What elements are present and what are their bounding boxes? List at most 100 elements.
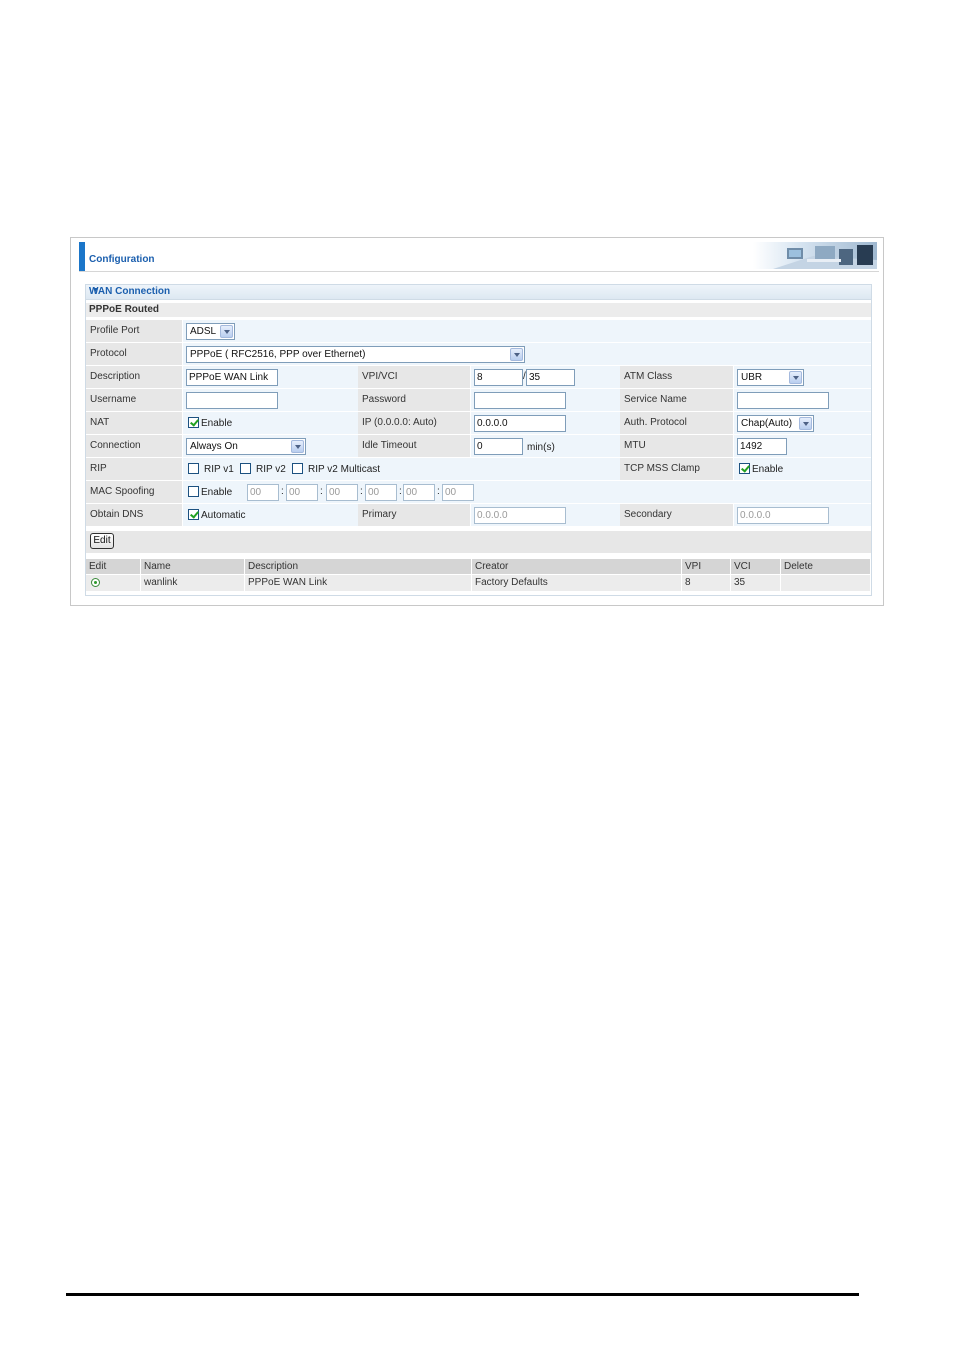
row-delete-cell[interactable]: [781, 575, 871, 591]
obtain-dns-label: Obtain DNS: [90, 509, 144, 520]
row-creator: Factory Defaults: [475, 577, 548, 588]
wan-connection-title: WAN Connection: [89, 286, 171, 297]
atm-class-select[interactable]: UBR: [737, 369, 804, 386]
rip-v2-multicast-label: RIP v2 Multicast: [308, 464, 381, 475]
rip-v2-checkbox[interactable]: [240, 463, 251, 474]
idle-timeout-input[interactable]: 0: [474, 438, 523, 455]
password-input[interactable]: [474, 392, 566, 409]
mac-octet-input[interactable]: 00: [365, 484, 397, 501]
tcp-mss-clamp-checkbox[interactable]: [739, 463, 750, 474]
wan-connection-panel: ▼ WAN Connection PPPoE Routed Profile Por…: [85, 284, 872, 596]
row-nat: NAT Enable IP (0.0.0.0: Auto) 0.0.0.0 Au…: [86, 412, 871, 434]
obtain-dns-automatic-label: Automatic: [201, 510, 246, 521]
chevron-down-icon: [799, 417, 812, 430]
rip-label: RIP: [90, 463, 107, 474]
mac-separator: :: [281, 486, 284, 497]
row-obtain-dns: Obtain DNS Automatic Primary 0.0.0.0 Sec…: [86, 504, 871, 526]
column-header: Edit: [89, 561, 107, 572]
column-header: Description: [248, 561, 299, 572]
mtu-label: MTU: [624, 440, 646, 451]
primary-dns-label: Primary: [362, 509, 397, 520]
nat-enable-label: Enable: [201, 418, 233, 429]
auth-protocol-label: Auth. Protocol: [624, 417, 687, 428]
mac-separator: :: [360, 486, 363, 497]
protocol-label: Protocol: [90, 348, 127, 359]
connection-select[interactable]: Always On: [186, 438, 306, 455]
configuration-frame: Configuration ▼ WAN Connection PPPoE Rout…: [70, 237, 884, 606]
column-header: VCI: [734, 561, 751, 572]
column-header: Name: [144, 561, 171, 572]
vpi-vci-label: VPI/VCI: [362, 371, 398, 382]
configuration-header: Configuration: [77, 242, 879, 272]
username-label: Username: [90, 394, 137, 405]
idle-timeout-unit: min(s): [527, 442, 555, 453]
connection-label: Connection: [90, 440, 141, 451]
secondary-dns-label: Secondary: [624, 509, 672, 520]
edit-button[interactable]: Edit: [90, 533, 114, 549]
row-protocol: Protocol PPPoE ( RFC2516, PPP over Ether…: [86, 343, 871, 365]
table-row[interactable]: wanlink PPPoE WAN Link Factory Defaults …: [86, 575, 871, 591]
profile-port-select[interactable]: ADSL: [186, 323, 235, 340]
ip-input[interactable]: 0.0.0.0: [474, 415, 566, 432]
rip-v1-checkbox[interactable]: [188, 463, 199, 474]
row-profile-port: Profile Port ADSL: [86, 320, 871, 342]
edit-radio-icon[interactable]: [91, 578, 100, 587]
collapse-triangle-icon: ▼: [92, 287, 99, 294]
row-vci: 35: [734, 577, 746, 588]
table-header: Edit Name Description Creator VPI VCI De…: [86, 559, 871, 574]
chevron-down-icon: [220, 325, 233, 338]
chevron-down-icon: [789, 371, 802, 384]
mac-spoofing-checkbox[interactable]: [188, 486, 199, 497]
row-name: wanlink: [144, 577, 178, 588]
office-banner-image: [753, 242, 877, 269]
chevron-down-icon: [510, 348, 523, 361]
page-title: Configuration: [89, 254, 155, 265]
description-label: Description: [90, 371, 141, 382]
vci-input[interactable]: 35: [526, 369, 575, 386]
mac-octet-input[interactable]: 00: [403, 484, 435, 501]
page-footer-rule: [66, 1293, 859, 1296]
rip-v1-label: RIP v1: [204, 464, 234, 475]
nat-label: NAT: [90, 417, 110, 428]
row-mac-spoofing: MAC Spoofing Enable 00 : 00 : 00 : 00 : …: [86, 481, 871, 503]
section-title: PPPoE Routed: [86, 303, 871, 317]
rip-v2-multicast-checkbox[interactable]: [292, 463, 303, 474]
button-row: Edit: [86, 531, 871, 553]
column-header: Delete: [784, 561, 813, 572]
mac-octet-input[interactable]: 00: [326, 484, 358, 501]
mac-spoofing-enable-label: Enable: [201, 487, 233, 498]
obtain-dns-checkbox[interactable]: [188, 509, 199, 520]
tcp-mss-clamp-label: TCP MSS Clamp: [624, 463, 700, 474]
row-description: Description PPPoE WAN Link VPI/VCI 8 / 3…: [86, 366, 871, 388]
mac-separator: :: [320, 486, 323, 497]
atm-class-label: ATM Class: [624, 371, 673, 382]
nat-checkbox[interactable]: [188, 417, 199, 428]
mac-octet-input[interactable]: 00: [247, 484, 279, 501]
mac-separator: :: [399, 486, 402, 497]
column-header: VPI: [685, 561, 702, 572]
mac-spoofing-label: MAC Spoofing: [90, 486, 155, 497]
service-name-input[interactable]: [737, 392, 829, 409]
mac-separator: :: [437, 486, 440, 497]
username-input[interactable]: [186, 392, 278, 409]
ip-label: IP (0.0.0.0: Auto): [362, 417, 437, 428]
row-description: PPPoE WAN Link: [248, 577, 328, 588]
auth-protocol-select[interactable]: Chap(Auto): [737, 415, 814, 432]
row-username: Username Password Service Name: [86, 389, 871, 411]
row-connection: Connection Always On Idle Timeout 0 min(…: [86, 435, 871, 457]
vpi-input[interactable]: 8: [474, 369, 523, 386]
header-divider: [79, 271, 879, 272]
mac-octet-input[interactable]: 00: [442, 484, 474, 501]
secondary-dns-input[interactable]: 0.0.0.0: [737, 507, 829, 524]
header-accent-bar: [79, 242, 85, 271]
wan-connection-header[interactable]: ▼ WAN Connection: [86, 285, 871, 300]
mtu-input[interactable]: 1492: [737, 438, 787, 455]
description-input[interactable]: PPPoE WAN Link: [186, 369, 278, 386]
protocol-select[interactable]: PPPoE ( RFC2516, PPP over Ethernet): [186, 346, 525, 363]
tcp-mss-enable-label: Enable: [752, 464, 784, 475]
password-label: Password: [362, 394, 406, 405]
primary-dns-input[interactable]: 0.0.0.0: [474, 507, 566, 524]
mac-octet-input[interactable]: 00: [286, 484, 318, 501]
row-rip: RIP RIP v1 RIP v2 RIP v2 Multicast TCP M…: [86, 458, 871, 480]
row-vpi: 8: [685, 577, 691, 588]
